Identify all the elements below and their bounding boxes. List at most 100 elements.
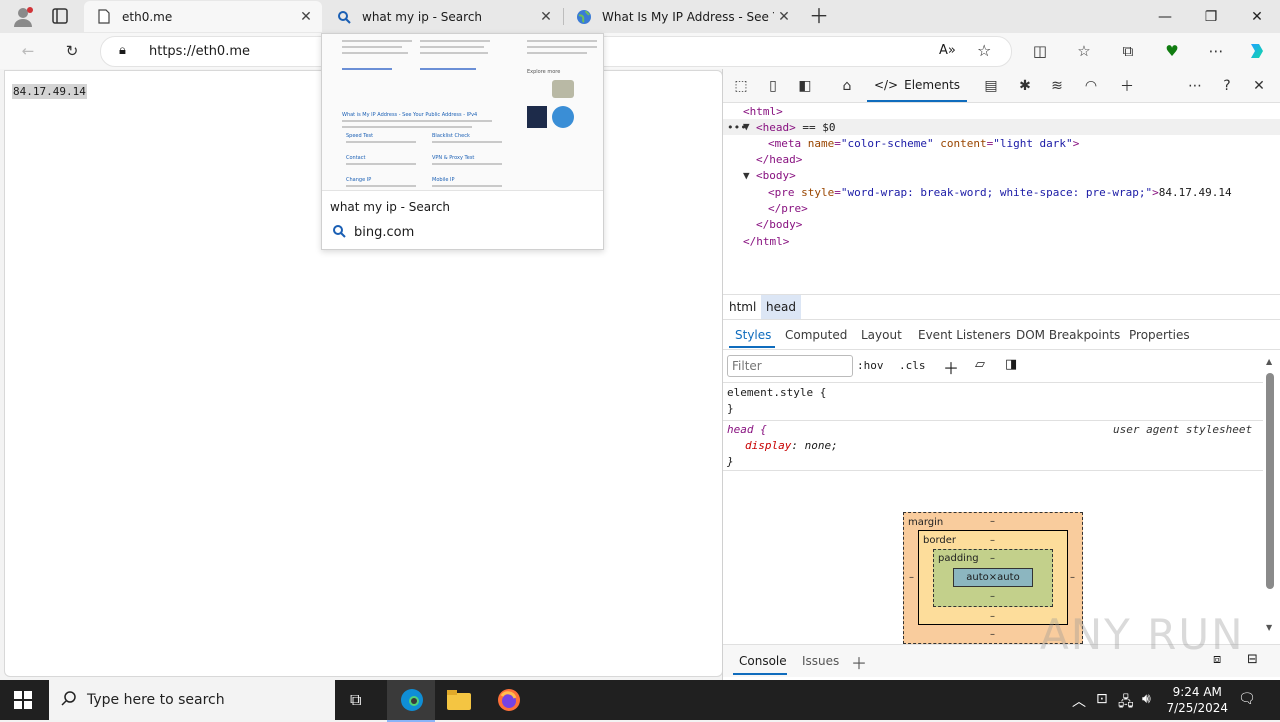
show-hidden-icons-chevron-icon[interactable]: ︿ [1072,691,1086,711]
more-tools-plus-icon[interactable]: ＋ [1117,76,1137,96]
dom-body-close[interactable]: </body> [756,218,802,231]
breadcrumb-html[interactable]: html [729,300,756,314]
minimize-button[interactable]: — [1142,0,1188,33]
restore-button[interactable]: ❐ [1188,0,1234,33]
tab-actions-icon[interactable] [52,8,68,24]
taskbar-search-box[interactable]: Type here to search [49,680,335,720]
task-view-icon[interactable]: ⧉ [350,690,361,710]
favorites-icon[interactable]: ☆ [1074,41,1094,61]
dock-side-icon[interactable]: ◧ [795,76,815,96]
border-top-value: – [990,535,995,546]
notifications-icon[interactable]: 🗨︎ [1238,691,1256,707]
tab-console[interactable]: Console [739,654,787,668]
tab-preview-thumbnail: Explore more What is My IP Address - See… [322,34,603,191]
profile-icon[interactable] [12,6,34,28]
head-rule-selector[interactable]: head { [727,423,767,436]
styles-scrollbar[interactable]: ▲ ▼ [1263,357,1277,637]
sources-bug-icon[interactable]: ✱ [1015,76,1035,96]
tab-bing-search[interactable]: what my ip - Search ✕ [324,1,562,32]
scroll-up-icon[interactable]: ▲ [1266,357,1272,366]
tab-eth0[interactable]: eth0.me ✕ [84,1,322,32]
tab-event-listeners[interactable]: Event Listeners [918,328,1011,342]
favorite-star-icon[interactable]: ☆ [977,41,991,60]
performance-icon[interactable]: ◠ [1081,76,1101,96]
collapse-triangle-icon[interactable]: ▼ [743,120,750,133]
dom-text-node: 84.17.49.14 [1158,186,1232,199]
file-explorer-icon[interactable] [447,690,471,713]
cls-toggle[interactable]: .cls [899,359,926,372]
dom-head-close[interactable]: </head> [756,153,802,166]
styles-filter-input[interactable] [727,355,853,377]
devtools-menu-icon[interactable]: ⋯ [1185,76,1205,96]
scroll-down-icon[interactable]: ▼ [1266,623,1272,632]
scrollbar-thumb[interactable] [1266,373,1274,589]
rule-close-brace: } [727,402,734,415]
devtools-close-icon[interactable]: ✕ [1249,76,1269,96]
new-rule-plus-icon[interactable]: ＋ [943,355,959,379]
thumb-text: Mobile IP [432,177,455,183]
dom-attr-name: name [807,137,835,150]
console-icon[interactable]: ▤ [981,76,1001,96]
dom-html-open[interactable]: <html> [743,105,783,118]
tab-properties[interactable]: Properties [1129,328,1190,342]
tab-issues[interactable]: Issues [802,654,839,668]
tab-elements[interactable]: </> Elements [867,69,967,102]
add-drawer-tab-icon[interactable]: ＋ [851,650,867,674]
tab-preview-card[interactable]: Explore more What is My IP Address - See… [321,33,604,250]
device-emulation-icon[interactable]: ▯ [763,76,783,96]
new-tab-button[interactable]: ＋ [808,4,830,28]
network-icon[interactable]: 🖧︎ [1118,691,1134,715]
home-icon[interactable]: ⌂ [837,76,857,96]
taskbar-clock[interactable]: 9:24 AM 7/25/2024 [1166,684,1228,716]
tab-styles[interactable]: Styles [735,328,771,342]
toggle-sidebar-icon[interactable]: ◨ [1005,357,1017,372]
close-icon[interactable]: ✕ [296,9,316,25]
clock-date: 7/25/2024 [1166,701,1228,715]
collections-icon[interactable]: ⧉ [1118,41,1138,61]
tab-what-is-my-ip[interactable]: What Is My IP Address - See Your ✕ [564,1,800,32]
element-style-rule[interactable]: element.style { [727,386,826,399]
windows-start-icon[interactable] [14,691,32,712]
color-format-icon[interactable]: ▱ [975,357,985,372]
padding-label: padding [938,553,979,564]
tab-computed[interactable]: Computed [785,328,847,342]
dom-pre-close[interactable]: </pre> [768,202,808,215]
box-model-padding[interactable]: padding – – auto×auto [933,549,1053,607]
split-screen-icon[interactable]: ◫ [1030,41,1050,61]
device-icon[interactable]: ⊡ [1096,691,1108,707]
volume-icon[interactable]: 🔊︎ [1142,691,1151,707]
close-icon[interactable]: ✕ [536,9,556,25]
close-icon[interactable]: ✕ [774,9,794,25]
tab-dom-breakpoints[interactable]: DOM Breakpoints [1016,328,1120,342]
browser-essentials-icon[interactable]: ♥ [1162,41,1182,61]
css-declaration[interactable]: display: none; [745,439,838,452]
box-model-content[interactable]: auto×auto [953,568,1033,587]
margin-bottom-value: – [990,629,995,640]
firefox-icon[interactable] [497,688,521,715]
window-close-button[interactable]: ✕ [1234,0,1280,33]
refresh-icon[interactable]: ↻ [62,41,82,61]
taskbar-edge-button[interactable] [387,680,435,722]
dom-body-open[interactable]: <body> [756,169,796,182]
dom-head-open[interactable]: <head> == $0 [756,121,836,134]
collapse-triangle-icon[interactable]: ▼ [743,169,750,182]
lock-icon[interactable]: 🔒︎ [119,43,126,58]
border-bottom-value: – [990,611,995,622]
breadcrumb-head[interactable]: head [761,295,801,319]
read-aloud-icon[interactable]: A» [939,43,956,58]
hov-toggle[interactable]: :hov [857,359,884,372]
more-menu-icon[interactable]: ⋯ [1206,41,1226,61]
styles-filter-bar: :hov .cls ＋ ▱ ◨ [723,350,1263,383]
dom-html-close[interactable]: </html> [743,235,789,248]
search-icon [336,9,352,25]
dom-pre[interactable]: <pre style="word-wrap: break-word; white… [768,186,1232,199]
help-icon[interactable]: ? [1217,76,1237,96]
tab-layout[interactable]: Layout [861,328,902,342]
dom-meta[interactable]: <meta name="color-scheme" content="light… [768,137,1079,150]
back-icon[interactable]: ← [18,41,38,61]
inspect-element-icon[interactable]: ⬚ [731,76,751,96]
thumb-image [552,106,574,128]
close-drawer-icon[interactable]: ⊟ [1247,652,1258,667]
copilot-icon[interactable] [1247,41,1267,61]
network-wifi-icon[interactable]: ≋ [1047,76,1067,96]
